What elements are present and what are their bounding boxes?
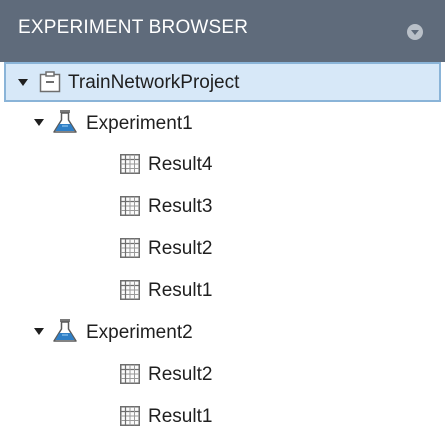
- tree-item-label: TrainNetworkProject: [68, 72, 240, 93]
- tree-item-experiment[interactable]: Experiment1: [0, 103, 445, 143]
- tree-item-result[interactable]: Result1: [0, 270, 445, 310]
- table-icon: [120, 238, 140, 258]
- tree-item-result[interactable]: Result2: [0, 354, 445, 394]
- tree-item-result[interactable]: Result4: [0, 144, 445, 184]
- expand-caret-icon[interactable]: [18, 79, 28, 86]
- table-icon: [120, 364, 140, 384]
- tree-item-label: Result1: [148, 406, 213, 427]
- panel-header: EXPERIMENT BROWSER: [0, 0, 445, 62]
- table-icon: [120, 154, 140, 174]
- project-folder-icon: [39, 71, 61, 93]
- tree-item-project[interactable]: TrainNetworkProject: [4, 62, 441, 102]
- tree-item-label: Result3: [148, 196, 213, 217]
- table-icon: [120, 280, 140, 300]
- expand-caret-icon[interactable]: [34, 119, 44, 126]
- tree-item-experiment[interactable]: Experiment2: [0, 312, 445, 352]
- tree-item-result[interactable]: Result3: [0, 186, 445, 226]
- tree-item-label: Result1: [148, 280, 213, 301]
- flask-icon: [53, 110, 77, 133]
- experiment-browser-panel: EXPERIMENT BROWSER TrainNetworkProject E…: [0, 0, 445, 441]
- expand-caret-icon[interactable]: [34, 328, 44, 335]
- tree-item-result[interactable]: Result2: [0, 228, 445, 268]
- table-icon: [120, 406, 140, 426]
- tree-item-label: Result2: [148, 364, 213, 385]
- tree-item-label: Experiment2: [86, 322, 193, 343]
- tree-item-result[interactable]: Result1: [0, 396, 445, 436]
- panel-title: EXPERIMENT BROWSER: [18, 17, 249, 38]
- table-icon: [120, 196, 140, 216]
- tree-item-label: Result4: [148, 154, 213, 175]
- tree-item-label: Result2: [148, 238, 213, 259]
- flask-icon: [53, 319, 77, 342]
- panel-menu-button[interactable]: [407, 24, 423, 40]
- tree-item-label: Experiment1: [86, 113, 193, 134]
